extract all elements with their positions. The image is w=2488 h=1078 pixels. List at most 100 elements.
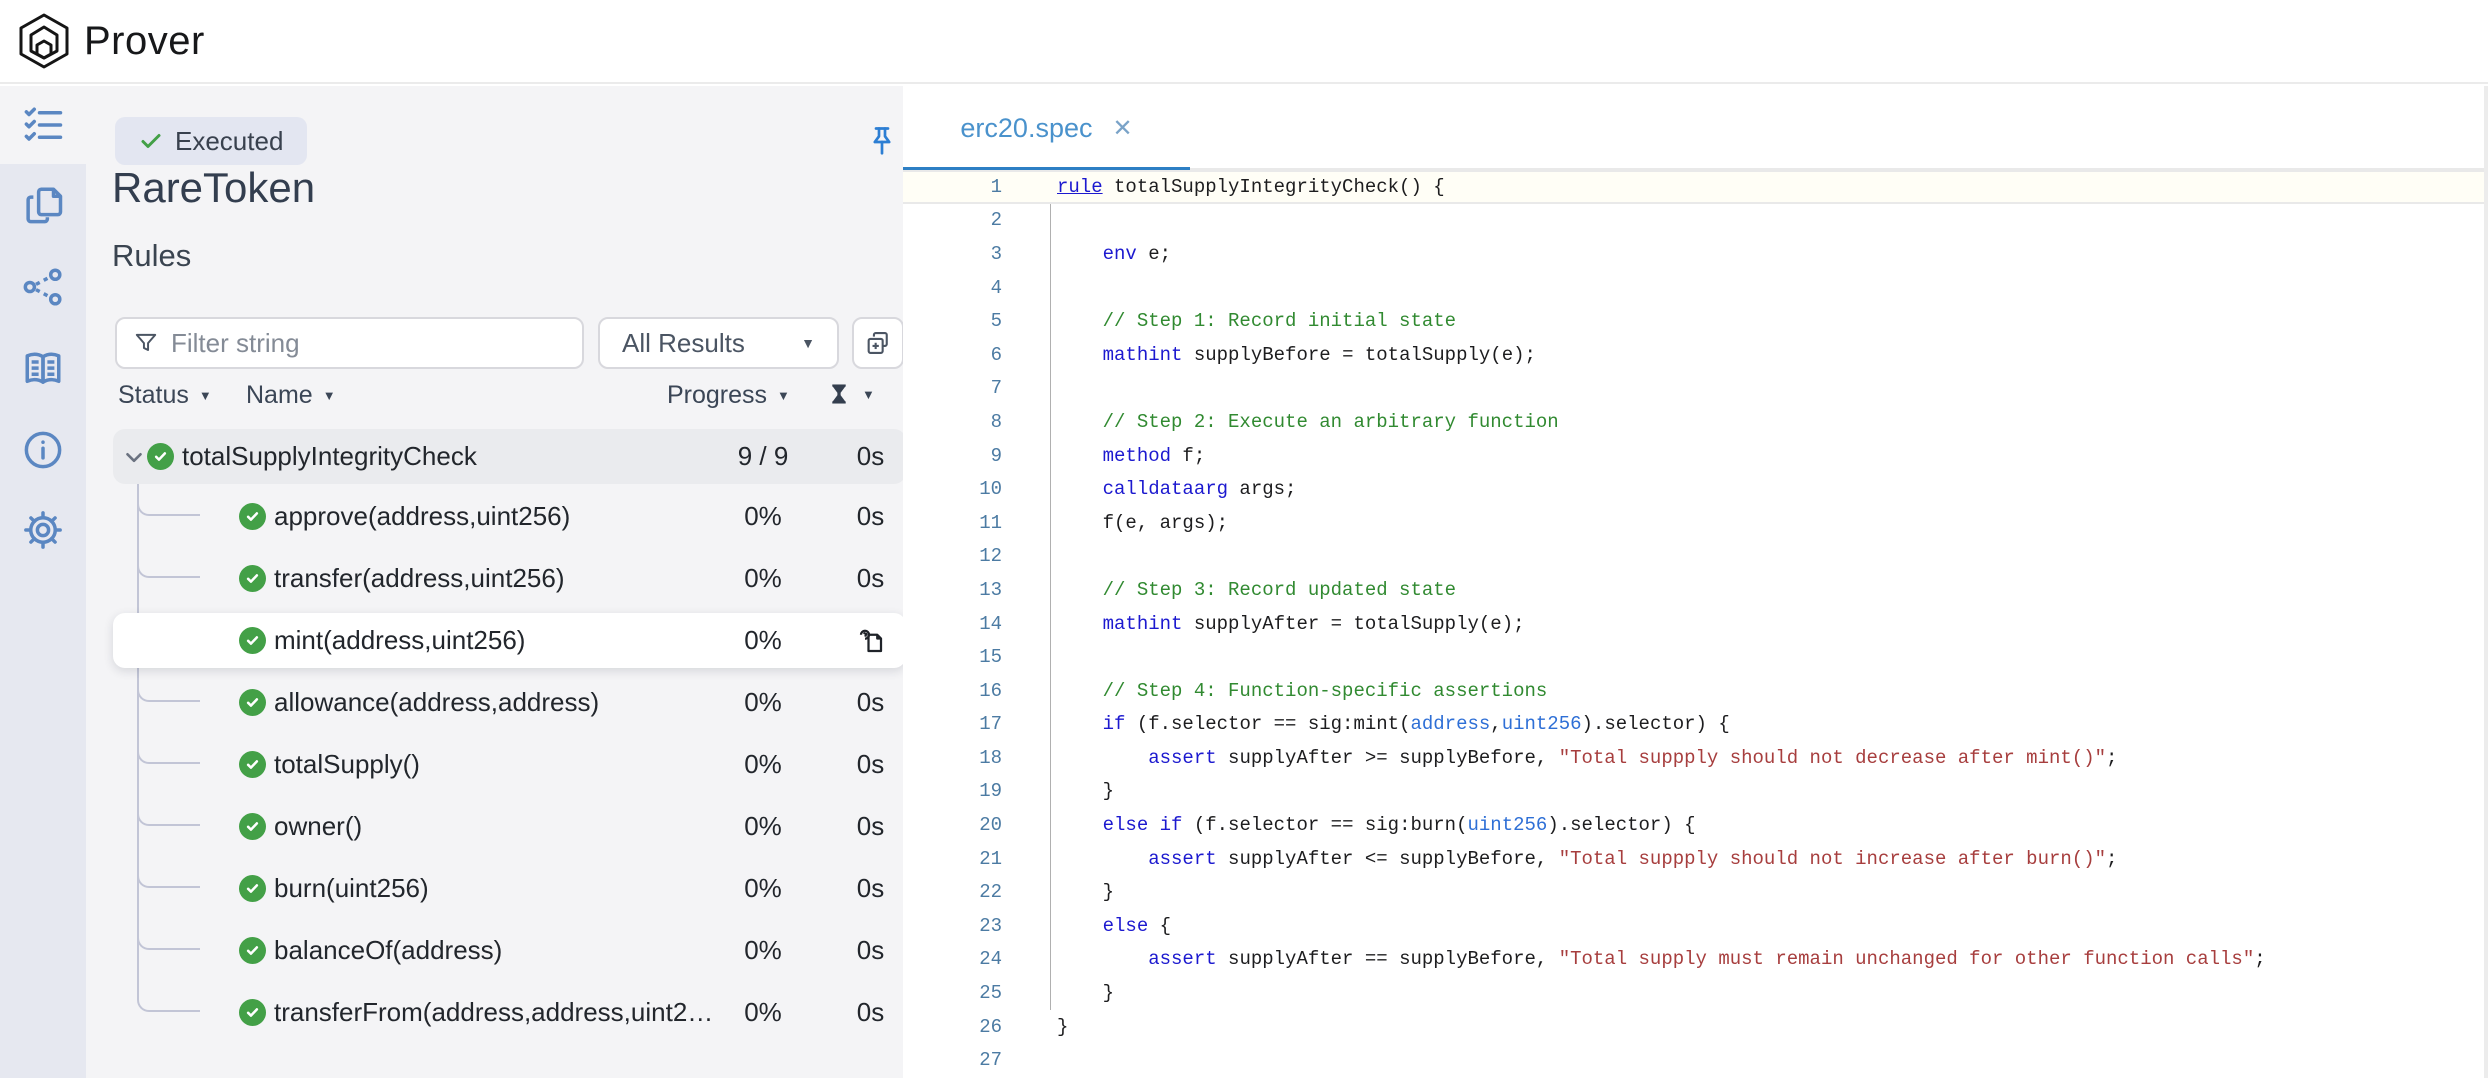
code-line[interactable]: 7: [903, 372, 2488, 406]
code-text: // Step 3: Record updated state: [1057, 579, 1456, 601]
code-line[interactable]: 18 assert supplyAfter >= supplyBefore, "…: [903, 741, 2488, 775]
rule-name: mint(address,uint256): [274, 625, 525, 656]
indent-guide: [1050, 271, 1051, 305]
indent-guide: [1050, 540, 1051, 574]
chevron-down-icon[interactable]: [121, 444, 147, 470]
indent-guide: [1050, 976, 1051, 1010]
app-logo[interactable]: Prover: [18, 13, 205, 69]
code-text: assert supplyAfter <= supplyBefore, "Tot…: [1057, 848, 2117, 870]
rail-item-files[interactable]: [0, 166, 86, 244]
rule-name: approve(address,uint256): [274, 501, 570, 532]
rule-row-child[interactable]: totalSupply()0%0s: [113, 737, 906, 792]
indent-guide: [1050, 472, 1051, 506]
indent-guide: [1050, 875, 1051, 909]
code-line[interactable]: 16 // Step 4: Function-specific assertio…: [903, 674, 2488, 708]
rule-row-child[interactable]: allowance(address,address)0%0s: [113, 675, 906, 730]
code-line[interactable]: 12: [903, 540, 2488, 574]
code-line[interactable]: 9 method f;: [903, 439, 2488, 473]
code-line[interactable]: 14 mathint supplyAfter = totalSupply(e);: [903, 607, 2488, 641]
rail-item-info[interactable]: [0, 411, 86, 489]
tab-erc20-spec[interactable]: erc20.spec ✕: [903, 86, 1190, 170]
code-text: if (f.selector == sig:mint(address,uint2…: [1057, 713, 1730, 735]
rules-panel: Executed RareToken Rules All Results ▼ S…: [86, 86, 903, 1078]
code-text: }: [1057, 780, 1114, 802]
line-number: 22: [903, 881, 1002, 903]
code-line[interactable]: 23 else {: [903, 909, 2488, 943]
tab-label: erc20.spec: [960, 113, 1092, 144]
code-line[interactable]: 13 // Step 3: Record updated state: [903, 573, 2488, 607]
indent-guide: [1050, 775, 1051, 809]
line-number: 15: [903, 646, 1002, 668]
code-line[interactable]: 20 else if (f.selector == sig:burn(uint2…: [903, 808, 2488, 842]
indent-guide: [1050, 304, 1051, 338]
line-number: 7: [903, 377, 1002, 399]
code-lines[interactable]: 1rule totalSupplyIntegrityCheck() {23 en…: [903, 170, 2488, 1078]
line-number: 6: [903, 344, 1002, 366]
code-line[interactable]: 2: [903, 204, 2488, 238]
copy-files-icon: [22, 184, 64, 226]
code-line[interactable]: 6 mathint supplyBefore = totalSupply(e);: [903, 338, 2488, 372]
rule-row-child[interactable]: owner()0%0s: [113, 799, 906, 854]
code-line[interactable]: 3 env e;: [903, 237, 2488, 271]
rule-row-child[interactable]: balanceOf(address)0%0s: [113, 923, 906, 978]
line-number: 12: [903, 545, 1002, 567]
code-text: // Step 2: Execute an arbitrary function: [1057, 411, 1559, 433]
code-text: mathint supplyAfter = totalSupply(e);: [1057, 613, 1525, 635]
code-line[interactable]: 26}: [903, 1010, 2488, 1044]
line-number: 4: [903, 277, 1002, 299]
indent-guide: [1050, 204, 1051, 238]
rule-name: owner(): [274, 811, 362, 842]
code-line[interactable]: 4: [903, 271, 2488, 305]
indent-guide: [1050, 674, 1051, 708]
rule-row-child[interactable]: burn(uint256)0%0s: [113, 861, 906, 916]
code-line[interactable]: 11 f(e, args);: [903, 506, 2488, 540]
rail-item-contracts[interactable]: [0, 330, 86, 408]
code-text: }: [1057, 982, 1114, 1004]
rule-name: totalSupply(): [274, 749, 420, 780]
code-text: mathint supplyBefore = totalSupply(e);: [1057, 344, 1536, 366]
line-number: 5: [903, 310, 1002, 332]
code-line[interactable]: 17 if (f.selector == sig:mint(address,ui…: [903, 708, 2488, 742]
rule-row-child[interactable]: approve(address,uint256)0%0s: [113, 489, 906, 544]
code-line[interactable]: 1rule totalSupplyIntegrityCheck() {: [903, 170, 2488, 204]
code-line[interactable]: 8 // Step 2: Execute an arbitrary functi…: [903, 405, 2488, 439]
code-line[interactable]: 27: [903, 1043, 2488, 1077]
code-line[interactable]: 24 assert supplyAfter == supplyBefore, "…: [903, 943, 2488, 977]
code-line[interactable]: 22 }: [903, 875, 2488, 909]
rule-row-child[interactable]: transferFrom(address,address,uint2…0%0s: [113, 985, 906, 1040]
rule-name: transfer(address,uint256): [274, 563, 564, 594]
code-text: // Step 1: Record initial state: [1057, 310, 1456, 332]
code-line[interactable]: 10 calldataarg args;: [903, 472, 2488, 506]
line-number: 3: [903, 243, 1002, 265]
rule-row-parent[interactable]: totalSupplyIntegrityCheck9 / 90s: [113, 429, 906, 484]
code-line[interactable]: 15: [903, 640, 2488, 674]
rule-row-child[interactable]: mint(address,uint256)0%: [113, 613, 906, 668]
editor-tab-bar: erc20.spec ✕: [903, 86, 2488, 170]
rail-item-call-graph[interactable]: [0, 248, 86, 326]
line-number: 9: [903, 445, 1002, 467]
code-editor: erc20.spec ✕ 1rule totalSupplyIntegrityC…: [903, 86, 2488, 1078]
code-line[interactable]: 5 // Step 1: Record initial state: [903, 304, 2488, 338]
editor-scrollbar[interactable]: [2484, 86, 2488, 1078]
rule-row-child[interactable]: transfer(address,uint256)0%0s: [113, 551, 906, 606]
indent-guide: [1050, 808, 1051, 842]
indent-guide: [1050, 338, 1051, 372]
rule-name: totalSupplyIntegrityCheck: [182, 441, 477, 472]
code-line[interactable]: 21 assert supplyAfter <= supplyBefore, "…: [903, 842, 2488, 876]
rail-item-rules[interactable]: [0, 86, 86, 164]
code-text: method f;: [1057, 445, 1205, 467]
line-number: 16: [903, 680, 1002, 702]
go-to-code-icon[interactable]: [856, 626, 886, 656]
verified-icon: [239, 627, 266, 654]
indent-guide: [1050, 237, 1051, 271]
close-icon[interactable]: ✕: [1112, 114, 1132, 143]
checklist-icon: [22, 104, 64, 146]
rail-item-settings[interactable]: [0, 491, 86, 569]
verified-icon: [239, 751, 266, 778]
code-line[interactable]: 19 }: [903, 775, 2488, 809]
indent-guide: [1050, 607, 1051, 641]
call-graph-icon: [22, 266, 64, 308]
line-number: 24: [903, 948, 1002, 970]
line-number: 14: [903, 613, 1002, 635]
code-line[interactable]: 25 }: [903, 976, 2488, 1010]
